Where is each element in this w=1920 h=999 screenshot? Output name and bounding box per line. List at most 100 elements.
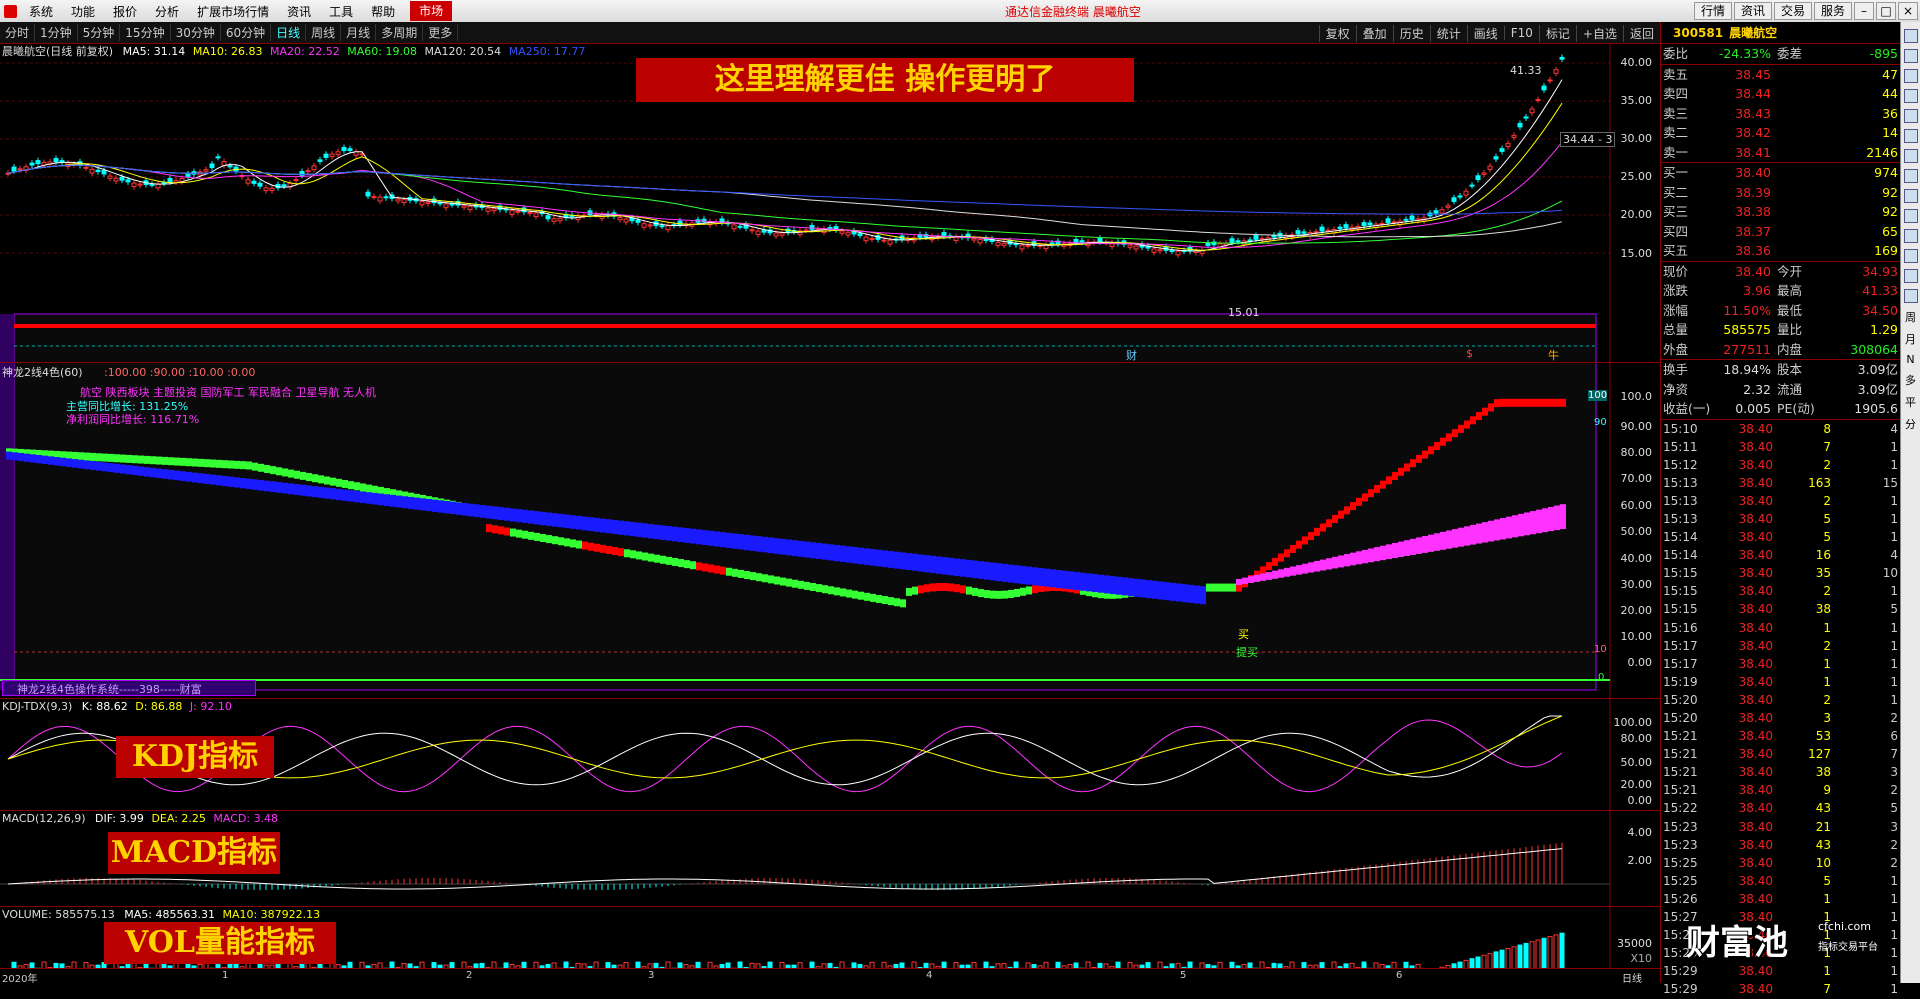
trade-mode-button[interactable]: 交易 — [1773, 2, 1812, 20]
refresh-icon[interactable] — [1903, 69, 1918, 83]
blue-band — [840, 545, 846, 562]
price-tick: 40.00 — [1620, 56, 1653, 69]
period-tab-15min[interactable]: 15分钟 — [120, 24, 171, 41]
event-marker[interactable]: 牛 — [1548, 347, 1559, 363]
panel-separator — [0, 698, 1660, 699]
side-label[interactable]: 周 — [1905, 309, 1916, 325]
adjust-button[interactable]: 复权 — [1318, 24, 1356, 42]
menu-item-tools[interactable]: 工具 — [320, 3, 362, 20]
indicator-bar — [1296, 540, 1302, 549]
period-tab-week[interactable]: 周线 — [306, 24, 342, 41]
tick-cell: 2 — [1823, 493, 1831, 508]
period-tab-minute[interactable]: 分时 — [0, 24, 36, 41]
list-icon[interactable] — [1903, 109, 1918, 123]
minimize-icon[interactable]: – — [1854, 2, 1874, 20]
tick-cell: 4 — [1890, 421, 1898, 436]
menu-item-system[interactable]: 系统 — [20, 3, 62, 20]
tick-list[interactable]: 15:10 38.40 8 4 15:11 38.40 7 1 15:12 38.40 2 1 15:1… — [1661, 418, 1900, 999]
download-icon[interactable] — [1903, 249, 1918, 263]
bid-row[interactable]: 买三 38.38 92 — [1661, 202, 1900, 222]
add-watchlist-button[interactable]: +自选 — [1575, 24, 1623, 42]
period-tab-month[interactable]: 月线 — [341, 24, 377, 41]
back-button[interactable]: 返回 — [1622, 24, 1660, 42]
ask-row[interactable]: 卖三 38.43 36 — [1661, 104, 1900, 124]
menu-item-quote[interactable]: 报价 — [104, 3, 146, 20]
rss-icon[interactable] — [1903, 189, 1918, 203]
ask-row[interactable]: 卖二 38.42 14 — [1661, 123, 1900, 143]
pen-icon[interactable] — [1903, 229, 1918, 243]
f10-button[interactable]: F10 — [1503, 26, 1539, 40]
indicator-bar — [102, 453, 108, 462]
side-label[interactable]: 平 — [1905, 394, 1916, 410]
indicator-bar — [708, 564, 714, 573]
candle-body — [491, 208, 497, 212]
tick-cell: 15:29 — [1663, 964, 1698, 979]
ask-row[interactable]: 卖一 38.41 2146 — [1661, 143, 1900, 163]
bid-row[interactable]: 买五 38.36 169 — [1661, 241, 1900, 261]
candle-body — [1343, 224, 1349, 229]
period-tab-30min[interactable]: 30分钟 — [171, 24, 221, 41]
ask-row[interactable]: 卖五 38.45 47 — [1661, 65, 1900, 85]
grid-icon[interactable] — [1903, 89, 1918, 103]
side-label[interactable]: N — [1906, 353, 1914, 366]
candle-body — [1247, 239, 1253, 242]
nav-up-icon[interactable] — [1903, 29, 1918, 43]
indicator-bar — [552, 536, 558, 545]
tick-cell: 2 — [1823, 638, 1831, 653]
bid-row[interactable]: 买一 38.40 974 — [1661, 163, 1900, 183]
market-button[interactable]: 市场 — [410, 1, 453, 21]
stat-value: 11.50% — [1723, 302, 1771, 318]
table-icon[interactable] — [1903, 169, 1918, 183]
history-button[interactable]: 历史 — [1392, 24, 1430, 42]
ask-volume: 44 — [1882, 86, 1898, 101]
period-tab-multi[interactable]: 多周期 — [376, 24, 424, 41]
menu-item-extended-market[interactable]: 扩展市场行情 — [188, 3, 278, 20]
bid-row[interactable]: 买二 38.39 92 — [1661, 183, 1900, 203]
ask-row[interactable]: 卖四 38.44 44 — [1661, 84, 1900, 104]
panel-separator — [0, 362, 1660, 363]
mark-button[interactable]: 标记 — [1538, 24, 1576, 42]
tick-cell: 1 — [1890, 638, 1898, 653]
stats-button[interactable]: 统计 — [1429, 24, 1467, 42]
menu-item-help[interactable]: 帮助 — [362, 3, 404, 20]
side-label[interactable]: 多 — [1905, 372, 1916, 388]
settings-icon[interactable] — [1903, 209, 1918, 223]
dividend-marker[interactable]: $ — [1466, 347, 1473, 360]
blue-band — [318, 486, 324, 498]
info-icon[interactable] — [1903, 289, 1918, 303]
close-icon[interactable]: × — [1898, 2, 1918, 20]
menu-item-analysis[interactable]: 分析 — [146, 3, 188, 20]
tick-cell: 38.40 — [1738, 765, 1773, 780]
quote-mode-button[interactable]: 行情 — [1693, 2, 1732, 20]
period-tab-day[interactable]: 日线 — [271, 24, 307, 41]
blue-band — [504, 507, 510, 521]
ma250-label: MA250: 17.77 — [508, 45, 586, 58]
menu-item-function[interactable]: 功能 — [62, 3, 104, 20]
chart-icon[interactable] — [1903, 129, 1918, 143]
tick-cell: 1 — [1890, 964, 1898, 979]
menu-item-news[interactable]: 资讯 — [278, 3, 320, 20]
vol-banner: VOL量能指标 — [104, 922, 336, 964]
period-tab-5min[interactable]: 5分钟 — [78, 24, 121, 41]
candle-icon[interactable] — [1903, 149, 1918, 163]
tick-cell: 4 — [1890, 548, 1898, 563]
overlay-button[interactable]: 叠加 — [1355, 24, 1393, 42]
period-tab-more[interactable]: 更多 — [423, 24, 459, 41]
indicator-bar — [1014, 588, 1020, 597]
chart-area[interactable]: 晨曦航空(日线 前复权) MA5: 31.14 MA10: 26.83 MA20… — [0, 44, 1660, 974]
side-label[interactable]: 月 — [1905, 331, 1916, 347]
side-label[interactable]: 分 — [1905, 416, 1916, 432]
bid-row[interactable]: 买四 38.37 65 — [1661, 222, 1900, 242]
draw-line-button[interactable]: 画线 — [1466, 24, 1504, 42]
indicator-bar — [948, 583, 954, 592]
maximize-icon[interactable]: □ — [1876, 2, 1896, 20]
indicator-bar — [546, 535, 552, 544]
nav-down-icon[interactable] — [1903, 49, 1918, 63]
finance-marker[interactable]: 财 — [1126, 347, 1137, 363]
period-tab-60min[interactable]: 60分钟 — [221, 24, 272, 41]
period-tab-1min[interactable]: 1分钟 — [35, 24, 78, 41]
vol-ma10: MA10: 387922.13 — [222, 908, 321, 921]
news-mode-button[interactable]: 资讯 — [1733, 2, 1772, 20]
service-mode-button[interactable]: 服务 — [1813, 2, 1852, 20]
fs-icon[interactable] — [1903, 269, 1918, 283]
